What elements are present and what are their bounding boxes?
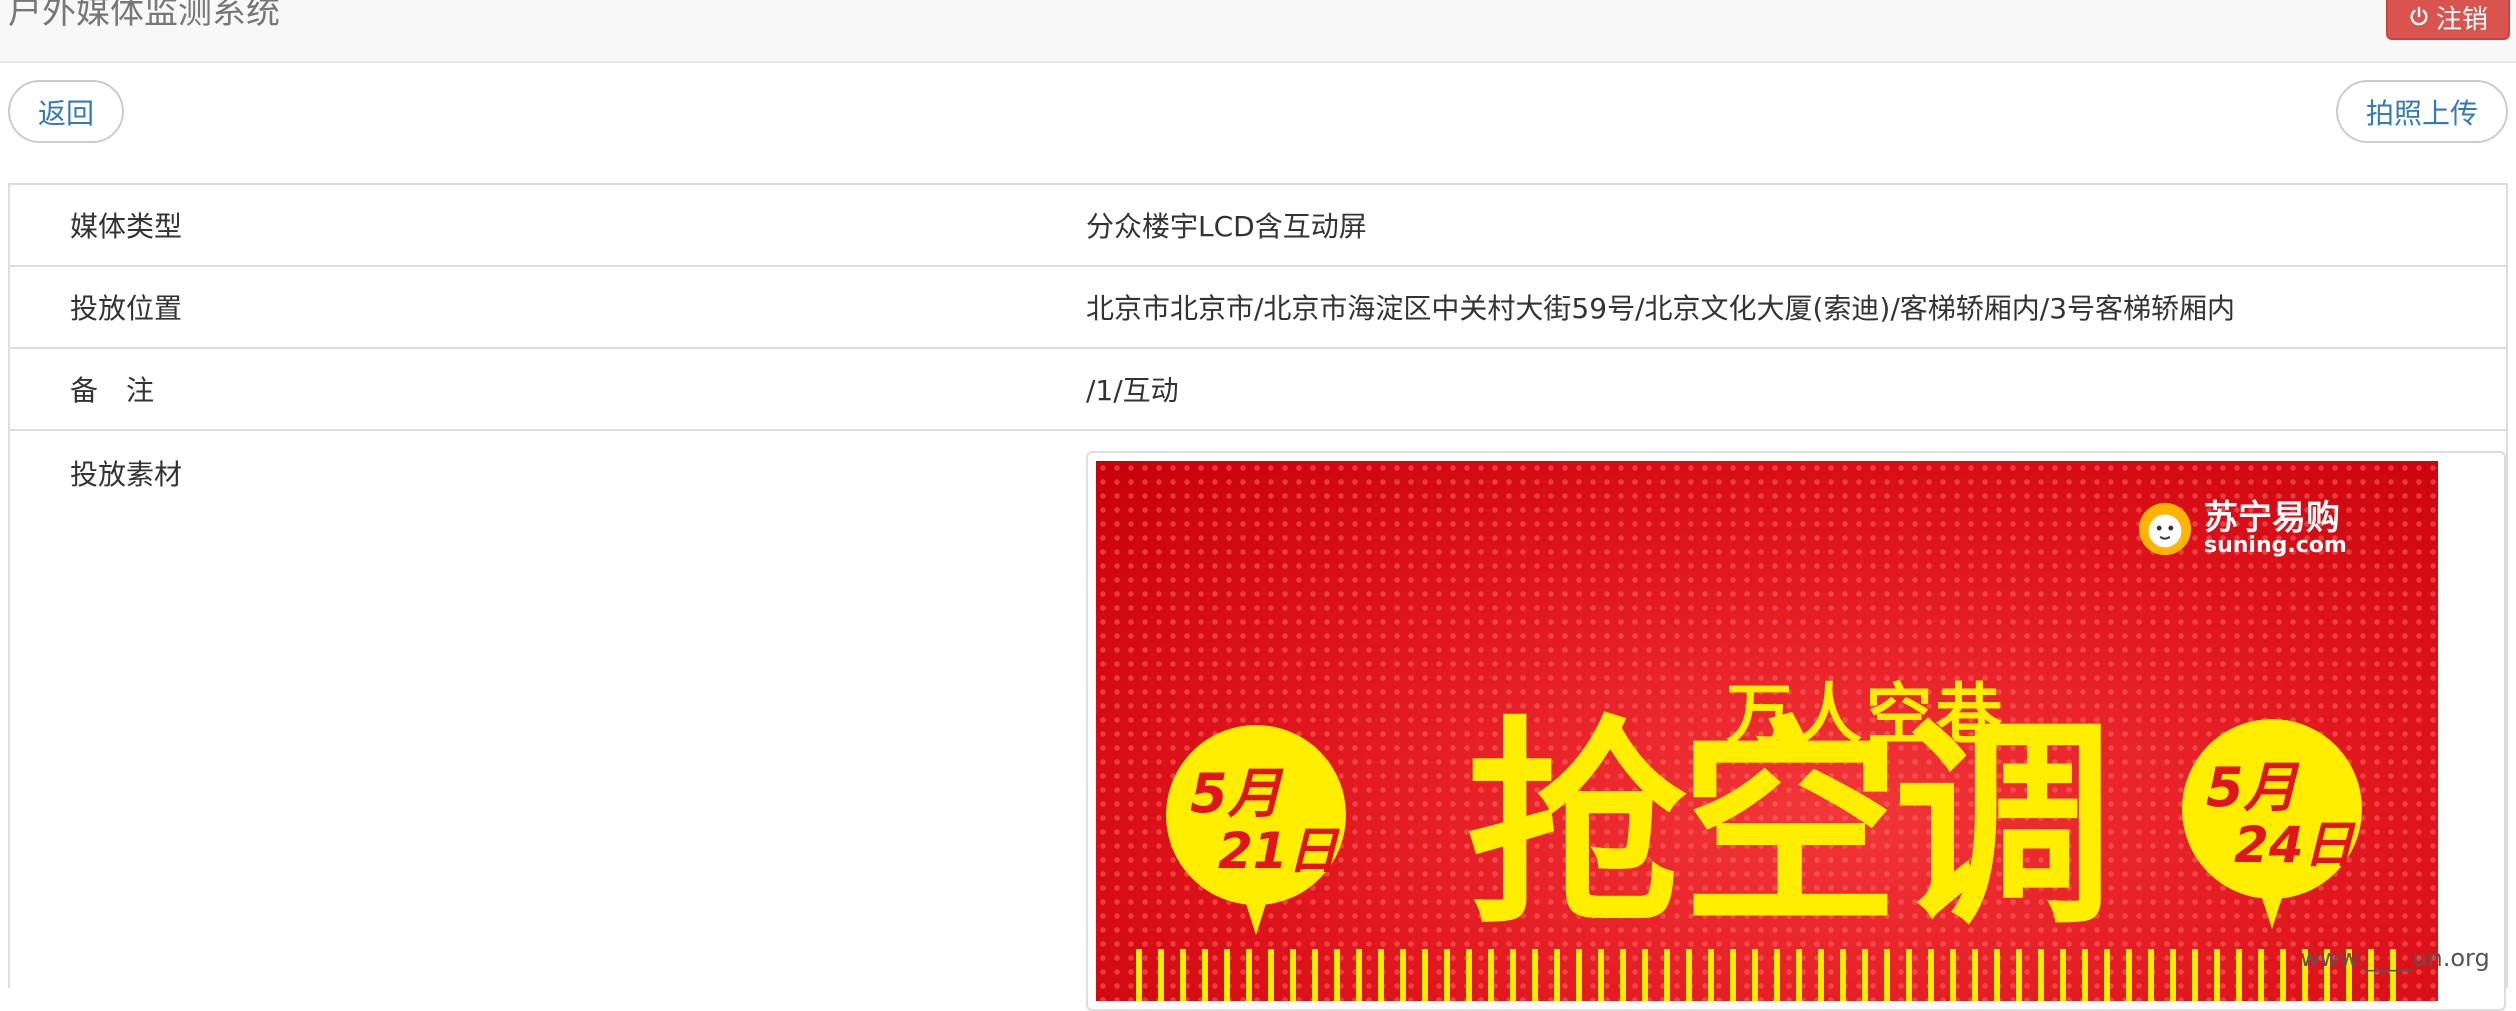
table-row: 媒体类型 分众楼宇LCD含互动屏 [10, 185, 2506, 267]
date-bubble-left: 5月 21日 [1166, 725, 1346, 935]
media-type-label: 媒体类型 [70, 210, 183, 243]
logout-label: 注销 [2435, 4, 2488, 35]
creative-image-thumbnail[interactable]: 苏宁易购 suning.com 万人空巷 抢空调 5月 21日 5月 24日 [1086, 451, 2506, 1011]
suning-wordmark: 苏宁易购 suning.com [2204, 501, 2347, 557]
logout-button[interactable]: 注销 [2386, 0, 2510, 40]
creative-poster-image: 苏宁易购 suning.com 万人空巷 抢空调 5月 21日 5月 24日 [1096, 461, 2438, 1001]
app-title[interactable]: 户外媒体监测系统 [8, 0, 280, 32]
suning-brand-cn: 苏宁易购 [2204, 498, 2340, 538]
suning-brand-en: suning.com [2204, 533, 2347, 558]
bubble-day: 21日 [1218, 822, 1338, 880]
table-row: 备 注 /1/互动 [10, 349, 2506, 431]
suning-logo: 苏宁易购 suning.com [2136, 497, 2356, 561]
photo-upload-button[interactable]: 拍照上传 [2336, 80, 2508, 143]
back-button[interactable]: 返回 [8, 80, 124, 143]
power-icon [2408, 6, 2430, 28]
poster-decorative-bars [1136, 949, 2396, 1001]
top-navbar: 户外媒体监测系统 注销 [0, 0, 2516, 63]
placement-location-label: 投放位置 [70, 292, 183, 325]
placement-location-value: 北京市北京市/北京市海淀区中关村大街59号/北京文化大厦(索迪)/客梯轿厢内/3… [1086, 292, 2236, 325]
media-type-value: 分众楼宇LCD含互动屏 [1086, 210, 1367, 243]
table-row: 投放位置 北京市北京市/北京市海淀区中关村大街59号/北京文化大厦(索迪)/客梯… [10, 267, 2506, 349]
lion-icon [2138, 502, 2192, 556]
bubble-day: 24日 [2234, 816, 2354, 874]
creative-material-label: 投放素材 [70, 458, 183, 491]
remarks-label: 备 注 [70, 374, 155, 407]
date-bubble-right: 5月 24日 [2182, 719, 2362, 929]
poster-headline-big: 抢空调 [1466, 698, 2114, 954]
detail-table: 媒体类型 分众楼宇LCD含互动屏 投放位置 北京市北京市/北京市海淀区中关村大街… [8, 183, 2508, 1011]
table-row: 投放素材 苏宁易购 suning.com 万人空巷 抢空调 5月 21日 5月 … [10, 431, 2506, 1011]
remarks-value: /1/互动 [1086, 374, 1179, 407]
watermark-text: www.____un.org [2300, 944, 2490, 972]
